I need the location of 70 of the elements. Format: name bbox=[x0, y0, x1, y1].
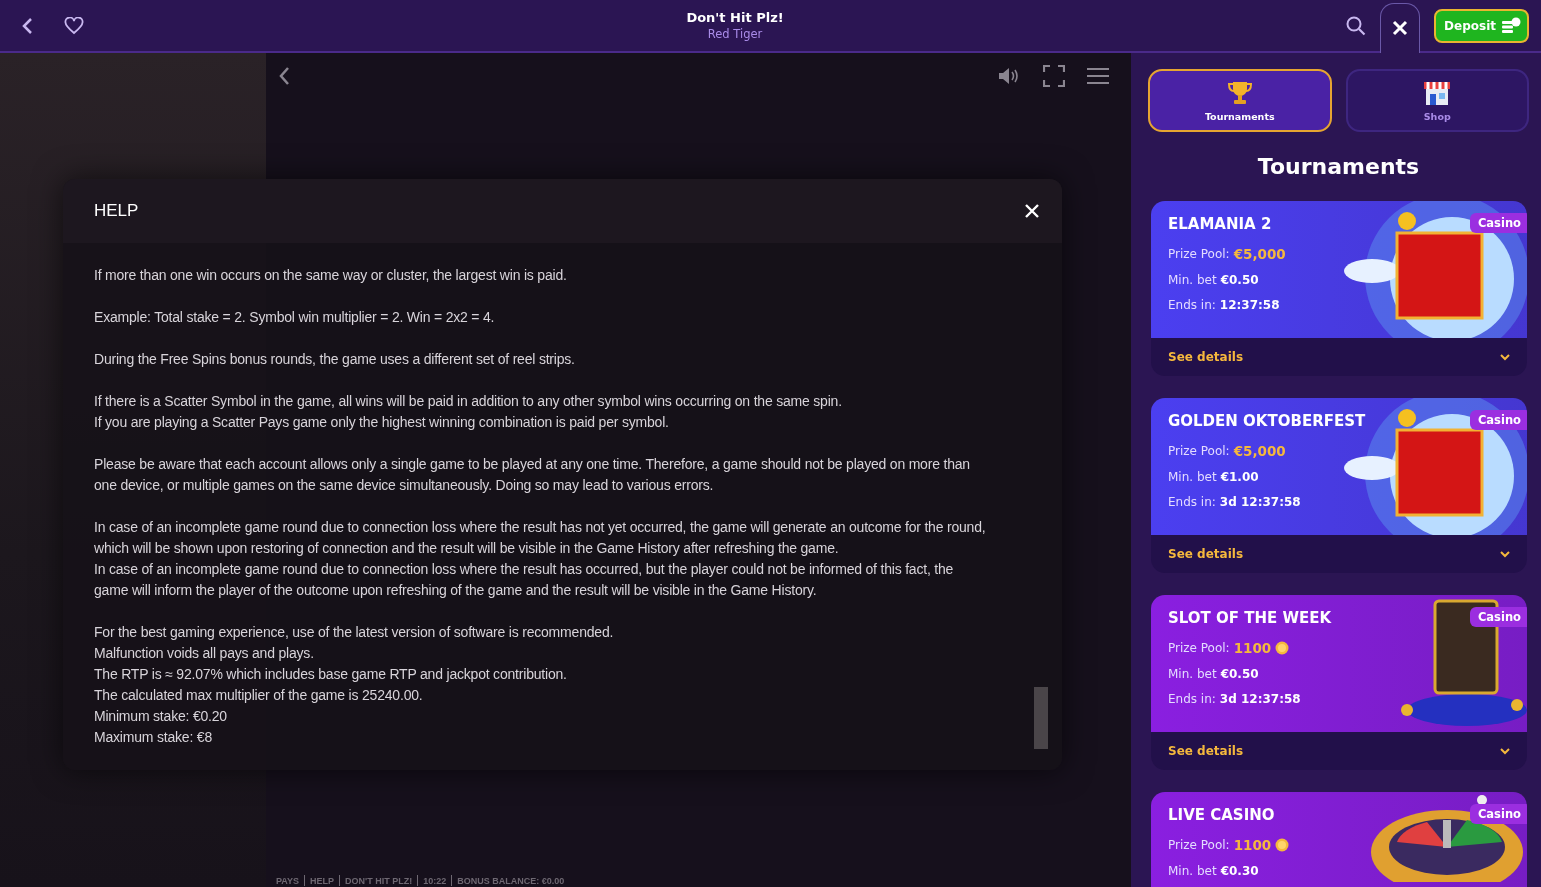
bet-value: €0.30 bbox=[1220, 864, 1259, 878]
bet-value: €0.50 bbox=[1220, 273, 1259, 287]
chevron-down-icon bbox=[1500, 353, 1510, 361]
prize-label: Prize Pool: bbox=[1168, 641, 1230, 655]
prize-value: €5,000 bbox=[1233, 443, 1286, 459]
help-paragraph: Example: Total stake = 2. Symbol win multiplier = 2. Win = 2x2 = 4. bbox=[94, 308, 496, 327]
status-item: DON'T HIT PLZ! bbox=[345, 876, 413, 886]
category-tag: Casino bbox=[1469, 804, 1527, 824]
coins-icon bbox=[1501, 16, 1521, 35]
help-paragraph: Please be aware that each account allows only a single game to be played at any one time. Therefore, a game should not be played on more than one device, or multiple games on the same device simultaneously. Doing so may lead to various errors. bbox=[94, 455, 971, 495]
help-paragraph: If there is a Scatter Symbol in the game, all wins will be paid in addition to any other symbol wins occurring on the same spin. If you are playing a Scatter Pays game only the highest winning combination is paid per symbol. bbox=[94, 392, 843, 432]
see-details-button[interactable]: See details bbox=[1151, 338, 1527, 376]
status-item: BONUS BALANCE: €0.00 bbox=[457, 876, 565, 886]
bet-label: Min. bet bbox=[1168, 864, 1217, 878]
prize-label: Prize Pool: bbox=[1168, 444, 1230, 458]
see-details-button[interactable]: See details bbox=[1151, 732, 1527, 770]
bet-label: Min. bet bbox=[1168, 667, 1217, 681]
ends-label: Ends in: bbox=[1168, 495, 1216, 509]
prize-label: Prize Pool: bbox=[1168, 838, 1230, 852]
prize-value: 1100 bbox=[1233, 837, 1272, 853]
bet-label: Min. bet bbox=[1168, 273, 1217, 287]
back-button[interactable] bbox=[278, 66, 290, 86]
heart-icon[interactable] bbox=[64, 16, 84, 35]
help-paragraph: In case of an incomplete game round due to connection loss where the result has not yet occurred, the game will generate an outcome for the round, which will be shown upon restoring of connection and the result will be visible in the Game History after refreshing the game. In case of an incomplete game round due to connection loss where the result has occurred, but the player could not be informed of this fact, the game will inform the player of the outcome upon refreshing of the game and the result will be visible in the Game History. bbox=[94, 518, 987, 600]
ends-value: 3d 12:37:58 bbox=[1219, 692, 1301, 706]
bet-value: €0.50 bbox=[1220, 667, 1259, 681]
status-item: PAYS bbox=[276, 876, 299, 886]
help-paragraph: For the best gaming experience, use of the latest version of software is recommended. Malfunction voids all pays and plays. The RTP is ≈ 92.07% which includes base game RTP and jackpot contribution. The calculated max multiplier of the game is 25240.00. Minimum stake: €0.20 Maximum stake: €8 bbox=[94, 623, 615, 747]
status-item: HELP bbox=[310, 876, 335, 886]
prize-value: 1100 bbox=[1233, 640, 1272, 656]
bet-label: Min. bet bbox=[1168, 470, 1217, 484]
game-provider: Red Tiger bbox=[707, 27, 763, 41]
status-item: 10:22 bbox=[423, 876, 447, 886]
menu-icon[interactable] bbox=[1087, 67, 1109, 85]
tournament-title: SLOT OF THE WEEK bbox=[1168, 609, 1332, 627]
scrollbar-thumb[interactable] bbox=[1034, 687, 1048, 749]
fullscreen-icon[interactable] bbox=[1043, 65, 1065, 87]
tournament-title: ELAMANIA 2 bbox=[1168, 215, 1273, 233]
back-button[interactable] bbox=[20, 16, 34, 35]
category-tag: Casino bbox=[1469, 607, 1527, 627]
panel-title: Tournaments bbox=[1256, 154, 1421, 179]
close-icon bbox=[1392, 20, 1409, 36]
store-icon bbox=[1422, 79, 1453, 107]
tournament-title: LIVE CASINO bbox=[1168, 806, 1276, 824]
game-title: Don't Hit Plz! bbox=[686, 10, 784, 25]
help-paragraph: During the Free Spins bonus rounds, the game uses a different set of reel strips. bbox=[94, 350, 576, 369]
chevron-down-icon bbox=[1500, 550, 1510, 558]
ends-value: 3d 12:37:58 bbox=[1219, 495, 1301, 509]
help-paragraph: If more than one win occurs on the same way or cluster, the largest win is paid. bbox=[94, 266, 568, 285]
help-title: HELP bbox=[94, 201, 139, 221]
search-icon[interactable] bbox=[1346, 15, 1367, 36]
prize-value: €5,000 bbox=[1233, 246, 1286, 262]
chevron-down-icon bbox=[1500, 747, 1510, 755]
ends-value: 12:37:58 bbox=[1219, 298, 1280, 312]
close-button[interactable] bbox=[1380, 2, 1421, 53]
ends-label: Ends in: bbox=[1168, 692, 1216, 706]
panel-tab[interactable]: Tournaments bbox=[1148, 69, 1332, 132]
see-details-button[interactable]: See details bbox=[1151, 535, 1527, 573]
close-icon[interactable] bbox=[1024, 203, 1040, 219]
coin-icon bbox=[1275, 641, 1290, 655]
ends-label: Ends in: bbox=[1168, 298, 1216, 312]
bet-value: €1.00 bbox=[1220, 470, 1259, 484]
tournament-title: GOLDEN OKTOBERFEST bbox=[1168, 412, 1366, 430]
category-tag: Casino bbox=[1469, 410, 1527, 430]
category-tag: Casino bbox=[1469, 213, 1527, 233]
speaker-icon[interactable] bbox=[997, 67, 1021, 85]
coin-icon bbox=[1275, 838, 1290, 852]
panel-tab[interactable]: Shop bbox=[1345, 69, 1529, 132]
prize-label: Prize Pool: bbox=[1168, 247, 1230, 261]
trophy-icon bbox=[1225, 79, 1254, 107]
